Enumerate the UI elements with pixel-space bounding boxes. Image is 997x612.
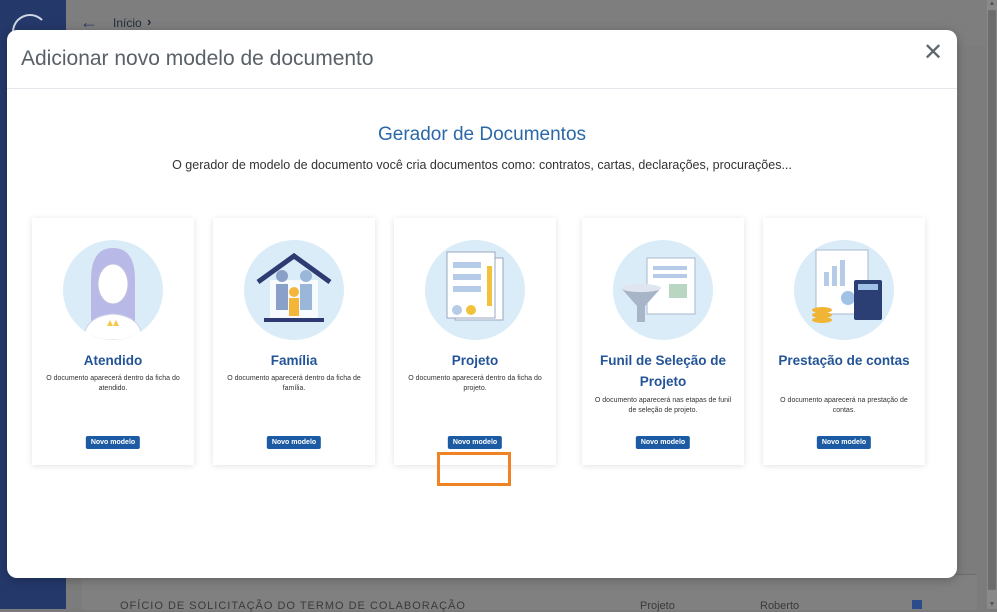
card-title: Atendido [83,353,143,368]
card-prestacao-contas: Prestação de contas O documento aparecer… [763,218,925,465]
new-model-button[interactable]: Novo modelo [85,436,141,449]
generator-subtitle: O gerador de modelo de documento você cr… [172,158,792,172]
generator-title: Gerador de Documentos [377,124,587,145]
card-projeto: Projeto O documento aparecerá dentro da … [394,218,556,465]
card-description: O documento aparecerá dentro da ficha de… [227,375,361,392]
highlight-box [437,452,511,486]
card-title: Prestação de contas [778,353,910,368]
new-model-button[interactable]: Novo modelo [266,436,322,449]
card-title: Projeto [451,353,499,368]
document-row-author: Roberto [760,600,800,612]
card-title: Funil de Seleção de Projeto [599,353,727,389]
card-description: O documento aparecerá dentro da ficha do… [46,375,180,392]
project-document-icon [425,240,525,340]
card-title: Família [270,353,318,368]
card-familia: Família O documento aparecerá dentro da … [213,218,375,465]
calculator-icon [794,240,894,340]
breadcrumb-separator-icon: › [147,14,152,29]
card-atendido: Atendido O documento aparecerá dentro da… [32,218,194,465]
family-icon [244,240,344,340]
scrollbar-thumb[interactable] [988,10,996,590]
scroll-up-icon[interactable]: ▲ [988,0,996,8]
new-model-button[interactable]: Novo modelo [816,436,872,449]
card-funil-selecao: Funil de Seleção de Projeto O documento … [582,218,744,465]
document-row-name: OFÍCIO DE SOLICITAÇÃO DO TERMO DE COLABO… [120,600,466,612]
page-scrollbar[interactable]: ▲ ▼ [987,0,997,609]
person-icon [63,240,163,340]
new-document-template-modal: Adicionar novo modelo de documento ✕ Ger… [7,30,957,578]
pdf-icon[interactable] [912,600,922,609]
card-description: O documento aparecerá na prestação de co… [780,397,908,414]
breadcrumb-home[interactable]: Início [113,16,142,30]
card-grid: Atendido O documento aparecerá dentro da… [25,210,940,478]
modal-title: Adicionar novo modelo de documento [21,47,374,70]
new-model-button[interactable]: Novo modelo [447,436,503,449]
scroll-down-icon[interactable]: ▼ [988,601,996,609]
close-icon[interactable]: ✕ [921,41,945,66]
card-description: O documento aparecerá dentro da ficha do… [408,375,542,392]
new-model-button[interactable]: Novo modelo [635,436,691,449]
modal-header: Adicionar novo modelo de documento ✕ [7,30,957,89]
document-row-type: Projeto [640,600,675,612]
funnel-icon [613,240,713,340]
card-description: O documento aparecerá nas etapas de funi… [594,397,732,414]
